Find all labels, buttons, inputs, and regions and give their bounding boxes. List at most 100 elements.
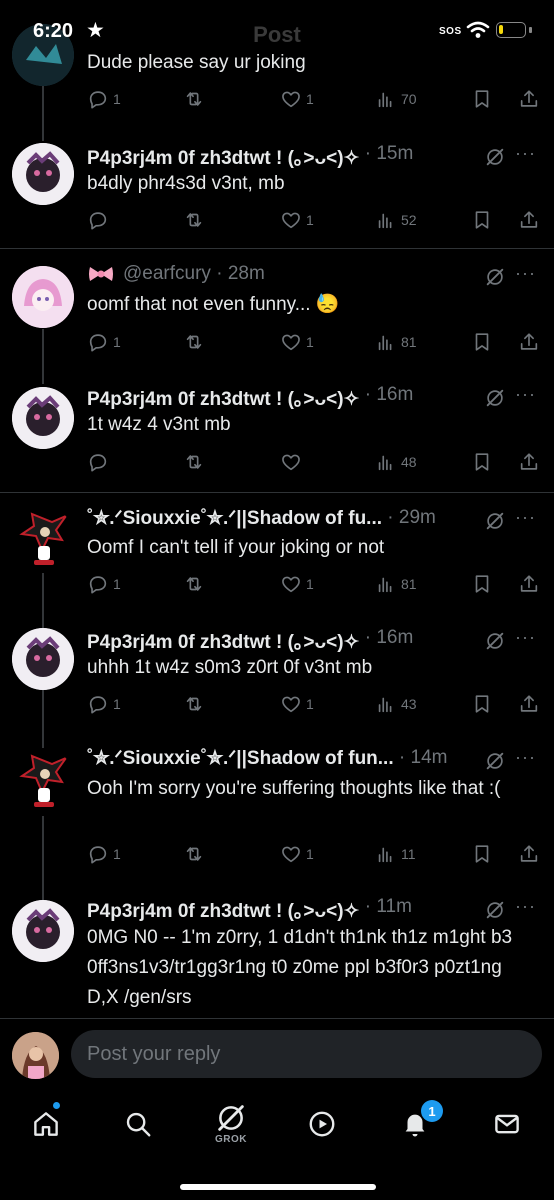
tweet[interactable]: ˚✮.ᐟSiouxxie˚✮.ᐟ||Shadow of fu... · 29m … [0,492,554,615]
views-button[interactable]: 81 [375,328,417,356]
tweet-actions: 1 1 70 [87,85,547,113]
tweet[interactable]: P4p3rj4m 0f zh3dtwt ! (｡˃ᴗ˂)✧ · 15m ··· … [0,126,554,248]
share-button[interactable] [518,328,540,356]
display-name[interactable]: P4p3rj4m 0f zh3dtwt ! (｡˃ᴗ˂)✧ [87,627,359,654]
handle[interactable]: @earfcury [123,263,211,284]
reply-button[interactable]: 1 [87,85,121,113]
grok-icon[interactable] [484,266,506,288]
timestamp[interactable]: 29m [399,507,436,528]
avatar[interactable] [12,900,74,962]
bookmark-button[interactable] [471,690,493,718]
grok-icon[interactable] [484,750,506,772]
share-button[interactable] [518,448,540,476]
grok-icon[interactable] [484,387,506,409]
reply-button[interactable]: 1 [87,570,121,598]
views-button[interactable]: 70 [375,85,417,113]
avatar[interactable] [12,628,74,690]
views-button[interactable]: 81 [375,570,417,598]
grok-icon[interactable] [484,899,506,921]
more-options-icon[interactable]: ··· [515,507,536,528]
more-options-icon[interactable]: ··· [515,143,536,164]
grok-icon[interactable] [484,510,506,532]
reply-button[interactable]: 1 [87,328,121,356]
views-button[interactable]: 52 [375,206,417,234]
views-icon [375,209,397,231]
battery-level [499,25,503,34]
display-name[interactable]: ˚✮.ᐟSiouxxie˚✮.ᐟ||Shadow of fun... [87,747,394,770]
reply-button[interactable] [87,448,113,476]
avatar[interactable] [12,748,74,810]
grok-icon[interactable] [484,146,506,168]
tweet[interactable]: ˚✮.ᐟSiouxxie˚✮.ᐟ||Shadow of fun... · 14m… [0,734,554,886]
avatar[interactable] [12,387,74,449]
timestamp[interactable]: 11m [376,896,412,917]
timestamp[interactable]: 14m [411,747,448,768]
reply-button[interactable]: 1 [87,840,121,868]
repost-icon [183,843,205,865]
share-button[interactable] [518,690,540,718]
share-button[interactable] [518,85,540,113]
timestamp[interactable]: 28m [228,263,265,284]
more-options-icon[interactable]: ··· [515,627,536,648]
tab-home[interactable] [26,1104,66,1144]
display-name[interactable]: ˚✮.ᐟSiouxxie˚✮.ᐟ||Shadow of fu... [87,507,382,530]
views-button[interactable]: 11 [375,840,416,868]
like-button[interactable]: 1 [280,328,314,356]
repost-button[interactable] [183,328,205,356]
tweet[interactable]: @earfcury · 28m ··· oomf that not even f… [0,248,554,371]
repost-button[interactable] [183,448,205,476]
thread-feed[interactable]: Dude please say ur joking 1 1 70 P4p3rj4… [0,0,554,1030]
bookmark-button[interactable] [471,448,493,476]
tab-grok[interactable] [211,1098,251,1138]
repost-button[interactable] [183,206,205,234]
bookmark-button[interactable] [471,85,493,113]
like-button[interactable]: 1 [280,840,314,868]
bookmark-button[interactable] [471,206,493,234]
tweet[interactable]: P4p3rj4m 0f zh3dtwt ! (｡˃ᴗ˂)✧ · 11m ··· … [0,886,554,1030]
grok-icon[interactable] [484,630,506,652]
timestamp[interactable]: 16m [376,627,413,648]
like-button[interactable] [280,448,306,476]
user-avatar[interactable] [12,1032,59,1079]
reply-icon [87,331,109,353]
tab-messages[interactable] [487,1104,527,1144]
more-options-icon[interactable]: ··· [515,384,536,405]
repost-button[interactable] [183,570,205,598]
share-button[interactable] [518,206,540,234]
share-button[interactable] [518,570,540,598]
more-options-icon[interactable]: ··· [515,263,536,284]
share-button[interactable] [518,840,540,868]
like-button[interactable]: 1 [280,85,314,113]
more-options-icon[interactable]: ··· [515,747,536,768]
view-count: 43 [401,696,417,712]
like-button[interactable]: 1 [280,206,314,234]
reply-input[interactable] [71,1030,542,1078]
display-name[interactable]: P4p3rj4m 0f zh3dtwt ! (｡˃ᴗ˂)✧ [87,384,359,411]
display-name[interactable]: P4p3rj4m 0f zh3dtwt ! (｡˃ᴗ˂)✧ [87,143,359,170]
avatar[interactable] [12,506,74,568]
reply-button[interactable] [87,206,113,234]
bookmark-button[interactable] [471,570,493,598]
tweet[interactable]: P4p3rj4m 0f zh3dtwt ! (｡˃ᴗ˂)✧ · 16m ··· … [0,614,554,734]
repost-button[interactable] [183,85,205,113]
repost-button[interactable] [183,690,205,718]
bookmark-button[interactable] [471,328,493,356]
avatar[interactable] [12,266,74,328]
reply-button[interactable]: 1 [87,690,121,718]
tab-search[interactable] [118,1104,158,1144]
views-button[interactable]: 48 [375,448,417,476]
like-button[interactable]: 1 [280,690,314,718]
like-button[interactable]: 1 [280,570,314,598]
repost-button[interactable] [183,840,205,868]
bookmark-icon [471,209,493,231]
timestamp[interactable]: 15m [376,143,413,164]
bookmark-button[interactable] [471,840,493,868]
display-name[interactable]: P4p3rj4m 0f zh3dtwt ! (｡˃ᴗ˂)✧ [87,896,359,923]
more-options-icon[interactable]: ··· [515,896,536,917]
tab-video[interactable] [302,1104,342,1144]
avatar[interactable] [12,143,74,205]
views-button[interactable]: 43 [375,690,417,718]
timestamp[interactable]: 16m [376,384,413,405]
heart-icon [280,331,302,353]
tweet[interactable]: P4p3rj4m 0f zh3dtwt ! (｡˃ᴗ˂)✧ · 16m ··· … [0,370,554,492]
